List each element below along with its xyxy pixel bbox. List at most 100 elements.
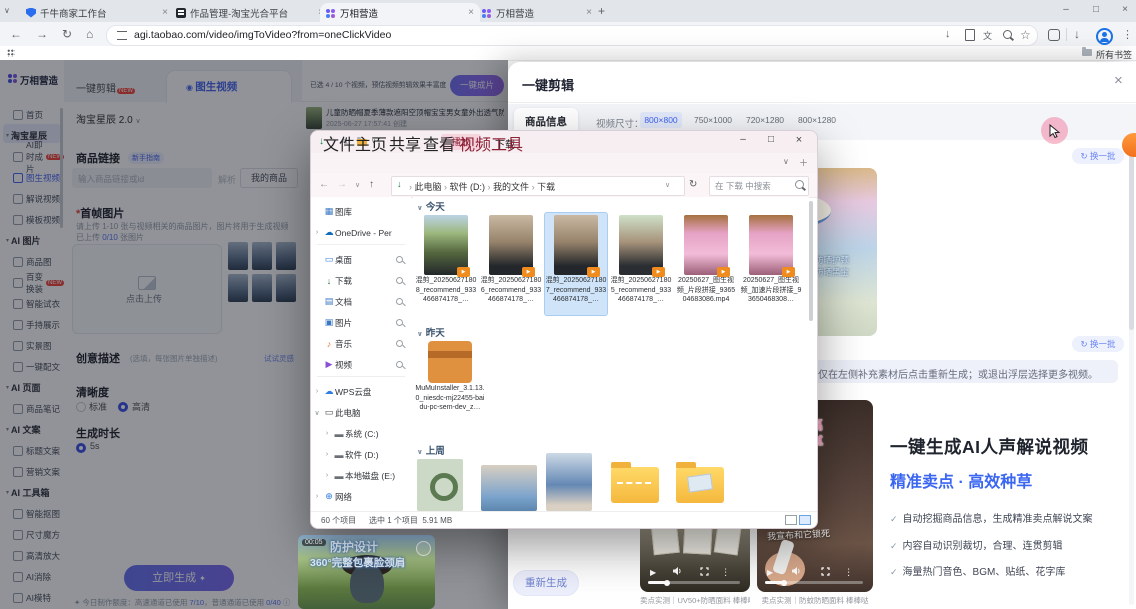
window-maximize-button[interactable]: □	[1085, 4, 1107, 15]
nav-drive-e[interactable]: ›▬本地磁盘 (E:)	[311, 465, 421, 486]
nav-downloads[interactable]: ↓下载	[311, 270, 411, 291]
thumbnail-view-icon[interactable]	[799, 515, 811, 525]
downloads-icon[interactable]: ↓	[1074, 27, 1080, 41]
all-bookmarks-label[interactable]: 所有书签	[1096, 48, 1132, 61]
file-item-installer[interactable]: MuMuInstaller_3.1.13.0_niesdc-mj22455-ba…	[415, 339, 485, 432]
fullscreen-icon[interactable]	[700, 563, 709, 581]
file-item[interactable]: ▶ 20250627_图生视频_片段拼接_936504683086.mp4	[675, 213, 737, 315]
nav-network[interactable]: ›⊕网络	[311, 486, 411, 507]
menu-video-tools[interactable]: 视频工具	[459, 131, 523, 155]
window-close-button[interactable]: ×	[1114, 4, 1136, 15]
explorer-maximize[interactable]: □	[759, 134, 783, 145]
tab-close-icon[interactable]: ×	[586, 7, 592, 18]
tab-close-icon[interactable]: ×	[162, 7, 168, 18]
apps-grid-icon[interactable]	[7, 49, 15, 57]
select-circle-icon[interactable]	[416, 541, 431, 556]
image-thumbnail[interactable]	[546, 453, 592, 511]
nav-drive-d[interactable]: ›▬软件 (D:)	[311, 444, 421, 465]
crumb-chevron-icon[interactable]: ∨	[665, 181, 670, 189]
menu-view[interactable]: 查看	[423, 131, 455, 155]
progress-bar[interactable]	[648, 581, 740, 584]
ribbon-collapse-icon[interactable]: ∨	[783, 157, 789, 166]
crumb-this-pc[interactable]: 此电脑	[415, 182, 442, 192]
crumb-downloads[interactable]: 下载	[537, 182, 555, 192]
image-thumbnail[interactable]	[417, 459, 463, 511]
url-text[interactable]: agi.taobao.com/video/imgToVideo?from=one…	[134, 29, 391, 41]
site-settings-icon[interactable]	[117, 31, 127, 40]
regenerate-button[interactable]: 重新生成	[513, 570, 579, 596]
nav-desktop[interactable]: ▭桌面	[311, 249, 411, 270]
explorer-close[interactable]: ×	[787, 134, 811, 146]
refresh-batch-button[interactable]: ↻ 换一批	[1072, 148, 1124, 164]
crumb-my-files[interactable]: 我的文件	[493, 182, 529, 192]
progress-bar[interactable]	[765, 581, 863, 584]
selected-video-card[interactable]: 00:05 防护设计 360°完整包裹脸颈肩	[298, 535, 435, 609]
bookmark-star-icon[interactable]: ☆	[1020, 28, 1031, 42]
file-item[interactable]: ▶ 混剪_202506271806_recommend_933466874178…	[480, 213, 542, 315]
nav-pictures[interactable]: ▣图片	[311, 312, 411, 333]
forward-icon[interactable]: →	[36, 27, 48, 41]
play-icon[interactable]: ▶	[767, 568, 773, 577]
nav-onedrive[interactable]: ›☁OneDrive - Per	[311, 222, 411, 243]
nav-music[interactable]: ♪音乐	[311, 333, 411, 354]
nav-documents[interactable]: ▤文档	[311, 291, 411, 312]
tab-search-icon[interactable]: ∨	[4, 6, 10, 15]
refresh-batch-button-2[interactable]: ↻ 换一批	[1072, 336, 1124, 352]
tab-close-icon[interactable]: ×	[468, 7, 474, 18]
nav-drive-c[interactable]: ›▬系统 (C:)	[311, 423, 421, 444]
volume-icon[interactable]	[672, 563, 682, 581]
image-thumbnail[interactable]	[481, 465, 537, 511]
nav-gallery[interactable]: ▦图库	[311, 201, 411, 222]
profile-avatar[interactable]	[1096, 28, 1113, 45]
nav-videos[interactable]: ▶视频	[311, 354, 411, 375]
browser-tab-guanghe[interactable]: 作品管理-淘宝光合平台 ×	[170, 3, 330, 22]
file-item[interactable]: ▶ 20250627_图生视频_加速片段拼接_93650468308…	[740, 213, 802, 315]
player-menu-icon[interactable]: ⋮	[844, 567, 853, 578]
list-view-icon[interactable]	[785, 515, 797, 525]
file-item[interactable]: ▶ 混剪_202506271805_recommend_933466874178…	[610, 213, 672, 315]
reload-icon[interactable]: ↻	[62, 27, 72, 41]
zip-folder-icon[interactable]	[611, 467, 659, 503]
browser-tab-wanxiang-2[interactable]: 万相营造 ×	[476, 3, 598, 22]
refresh-address-icon[interactable]: ↻	[689, 179, 697, 190]
browser-tab-wanxiang-active[interactable]: 万相营造 ×	[320, 3, 480, 22]
zoom-icon[interactable]	[1003, 30, 1012, 39]
bookmarks-folder-icon[interactable]	[1082, 49, 1092, 56]
fullscreen-icon[interactable]	[821, 563, 830, 581]
size-chip-800x800[interactable]: 800×800	[640, 112, 682, 128]
nav-recent-icon[interactable]: ∨	[355, 181, 360, 189]
ribbon-help-icon[interactable]: ＋	[799, 156, 808, 169]
breadcrumb-path[interactable]: › 此电脑 › 软件 (D:) › 我的文件 › 下载	[409, 180, 555, 193]
crumb-drive-d[interactable]: 软件 (D:)	[450, 182, 486, 192]
volume-icon[interactable]	[791, 563, 801, 581]
nav-up-icon[interactable]: ↑	[369, 179, 374, 190]
menu-share[interactable]: 共享	[389, 131, 421, 155]
explorer-scrollbar[interactable]	[809, 201, 813, 321]
window-minimize-button[interactable]: –	[1055, 4, 1077, 15]
back-icon[interactable]: ←	[10, 27, 22, 41]
home-icon[interactable]: ⌂	[86, 27, 93, 41]
modal-close-icon[interactable]: ×	[1114, 72, 1123, 89]
player-controls[interactable]: ▶ ⋮	[757, 566, 873, 578]
explorer-minimize[interactable]: –	[731, 134, 755, 145]
browser-tab-qianniu[interactable]: 千牛商家工作台 ×	[20, 3, 174, 22]
section-today[interactable]: ∨今天	[417, 199, 445, 213]
file-explorer-window[interactable]: ↓ | ✎ ∨ 播放 下载 – □ × 文件 主页 共享 查看 视频工具 ∨ ＋…	[310, 130, 818, 529]
section-lastweek[interactable]: ∨上周	[417, 443, 445, 457]
menu-home[interactable]: 主页	[355, 131, 387, 155]
download-page-icon[interactable]: ↓	[945, 28, 951, 40]
nav-this-pc[interactable]: ∨▭此电脑	[311, 402, 411, 423]
folder-icon[interactable]	[676, 467, 724, 503]
new-tab-button[interactable]: +	[598, 4, 605, 18]
nav-wps-cloud[interactable]: ›☁WPS云盘	[311, 381, 411, 402]
section-yesterday[interactable]: ∨昨天	[417, 325, 445, 339]
nav-back-icon[interactable]: ←	[319, 179, 329, 190]
nav-forward-icon[interactable]: →	[337, 179, 347, 190]
size-chip-750x1000[interactable]: 750×1000	[690, 112, 736, 128]
translate-icon[interactable]: 文	[983, 29, 992, 42]
size-chip-800x1280[interactable]: 800×1280	[794, 112, 840, 128]
modal-scrollbar-thumb[interactable]	[1129, 150, 1134, 330]
size-chip-720x1280[interactable]: 720×1280	[742, 112, 788, 128]
play-icon[interactable]: ▶	[650, 568, 656, 577]
clipboard-icon[interactable]	[965, 29, 975, 41]
